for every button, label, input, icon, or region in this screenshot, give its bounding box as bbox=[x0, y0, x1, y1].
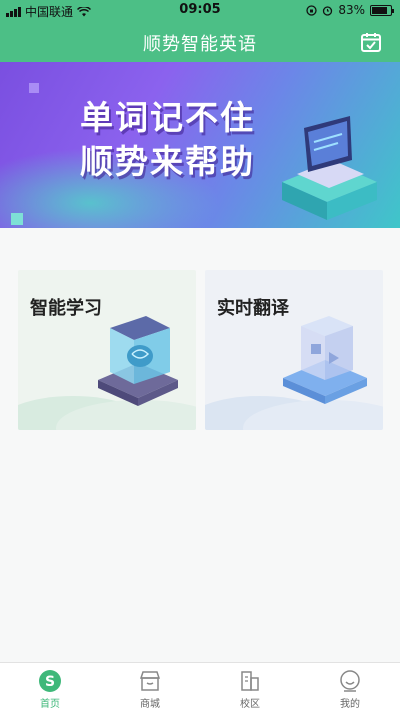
home-s-icon: S bbox=[39, 670, 61, 692]
banner-line-1: 单词记不住 bbox=[80, 98, 255, 137]
status-bar: 中国联通 09:05 83% bbox=[0, 0, 400, 22]
tab-label: 我的 bbox=[340, 699, 360, 710]
calendar-check-icon[interactable] bbox=[360, 31, 382, 53]
tab-campus[interactable]: 校区 bbox=[200, 663, 300, 710]
alarm-icon bbox=[323, 5, 333, 16]
home-screen: 中国联通 09:05 83% 顺势智能英语 单词记不住 顺势来帮助 智能学习 实… bbox=[0, 0, 400, 710]
bottom-tab-bar: S 首页 商城 校区 我的 bbox=[0, 662, 400, 710]
battery-icon bbox=[370, 4, 394, 16]
tab-shop[interactable]: 商城 bbox=[100, 663, 200, 710]
realtime-translate-card[interactable]: 实时翻译 bbox=[205, 270, 383, 430]
brain-cube-icon bbox=[98, 316, 178, 406]
tab-label: 商城 bbox=[140, 699, 160, 710]
top-bar: 中国联通 09:05 83% 顺势智能英语 bbox=[0, 0, 400, 62]
tab-label: 校区 bbox=[240, 699, 260, 710]
tab-home[interactable]: S 首页 bbox=[0, 663, 100, 710]
smart-learning-card[interactable]: 智能学习 bbox=[18, 270, 196, 430]
translate-cube-icon bbox=[283, 316, 367, 404]
shop-icon bbox=[139, 671, 161, 691]
campus-icon bbox=[241, 671, 259, 691]
laptop-illustration-icon bbox=[282, 116, 377, 220]
decor-cube-icon bbox=[11, 213, 23, 225]
profile-icon bbox=[340, 670, 360, 692]
svg-text:S: S bbox=[45, 674, 55, 690]
page-title: 顺势智能英语 bbox=[143, 34, 257, 55]
tab-label: 首页 bbox=[40, 699, 60, 710]
tab-profile[interactable]: 我的 bbox=[300, 663, 400, 710]
battery-percent: 83% bbox=[338, 3, 365, 17]
promo-banner[interactable]: 单词记不住 顺势来帮助 bbox=[0, 62, 400, 228]
decor-cube-icon bbox=[29, 83, 39, 93]
banner-line-2: 顺势来帮助 bbox=[80, 142, 255, 181]
lock-rotation-icon bbox=[306, 4, 317, 16]
